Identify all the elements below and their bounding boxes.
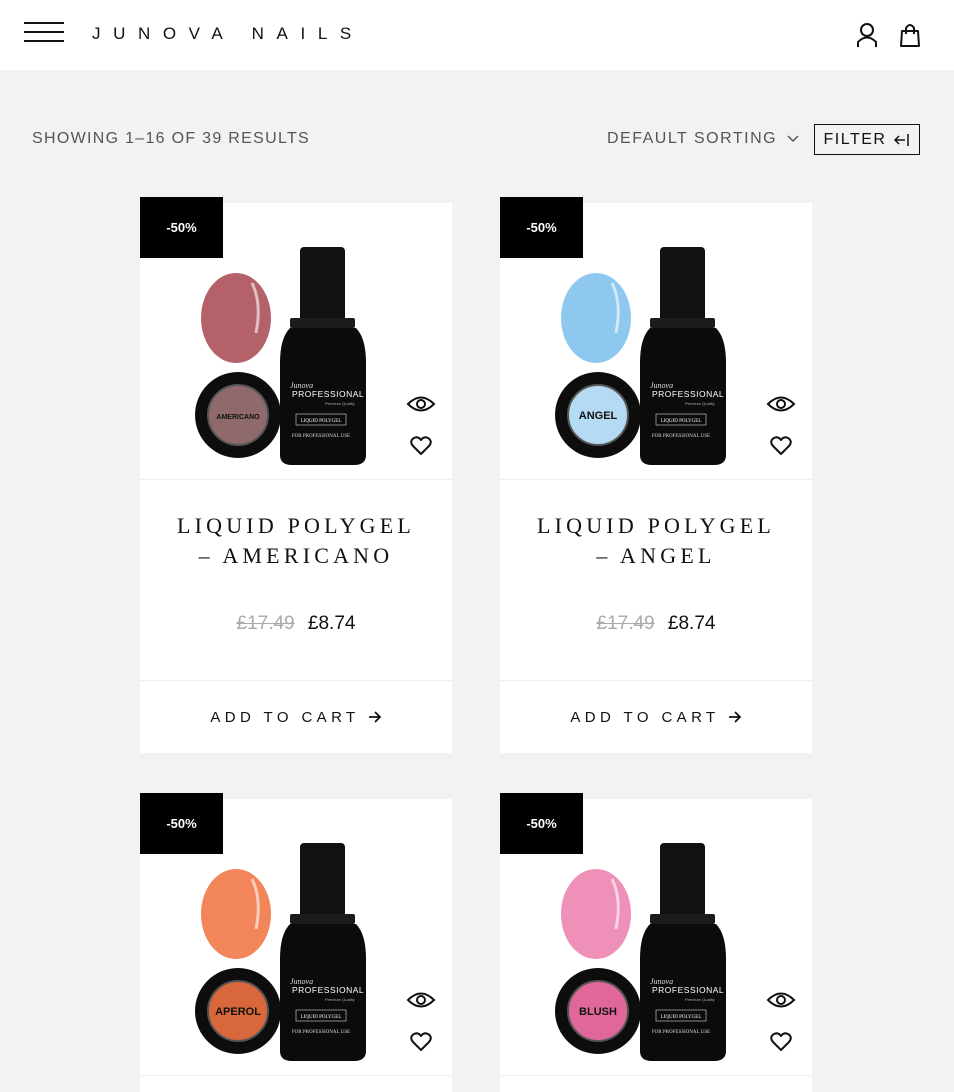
svg-text:PROFESSIONAL: PROFESSIONAL [292,389,364,399]
chevron-down-icon [787,135,799,142]
jar-label: BLUSH [579,1006,617,1018]
svg-text:PROFESSIONAL: PROFESSIONAL [652,985,724,995]
svg-text:LIQUID POLYGEL: LIQUID POLYGEL [661,419,702,424]
nail-tip-sample [201,273,271,363]
svg-text:Premium Quality: Premium Quality [325,401,355,406]
svg-text:LIQUID POLYGEL: LIQUID POLYGEL [301,1015,342,1020]
results-count: SHOWING 1–16 OF 39 RESULTS [32,130,311,147]
svg-text:Premium Quality: Premium Quality [685,997,715,1002]
discount-badge: -50% [140,793,223,854]
wishlist-heart-icon[interactable] [770,435,792,457]
quick-view-eye-icon[interactable] [766,393,796,415]
svg-text:PROFESSIONAL: PROFESSIONAL [652,389,724,399]
product-title-line: – ANGEL [596,543,716,568]
quick-view-eye-icon[interactable] [766,989,796,1011]
card-divider [500,1075,812,1076]
add-to-cart-button[interactable]: ADD TO CART [140,681,452,753]
nail-tip-sample [561,869,631,959]
polygel-bottle [660,247,705,323]
add-to-cart-button[interactable]: ADD TO CART [500,681,812,753]
add-to-cart-label: ADD TO CART [570,708,720,726]
discount-badge: -50% [500,793,583,854]
jar-label: ANGEL [579,410,618,422]
svg-text:Premium Quality: Premium Quality [325,997,355,1002]
card-divider [500,479,812,480]
svg-text:FOR PROFESSIONAL USE: FOR PROFESSIONAL USE [652,434,710,439]
wishlist-heart-icon[interactable] [410,1031,432,1053]
hamburger-menu-icon[interactable] [24,22,64,42]
account-icon[interactable] [856,22,878,48]
shopping-bag-icon[interactable] [899,22,921,48]
svg-text:FOR PROFESSIONAL USE: FOR PROFESSIONAL USE [652,1030,710,1035]
wishlist-heart-icon[interactable] [770,1031,792,1053]
discount-badge: -50% [140,197,223,258]
sorting-label: DEFAULT SORTING [607,130,778,147]
arrow-right-icon [368,711,381,723]
polygel-bottle [660,843,705,919]
jar-label: AMERICANO [216,414,260,421]
original-price: £17.49 [596,613,655,634]
svg-text:LIQUID POLYGEL: LIQUID POLYGEL [301,419,342,424]
filter-collapse-icon [894,133,910,146]
sorting-dropdown[interactable]: DEFAULT SORTING [607,130,799,148]
svg-text:LIQUID POLYGEL: LIQUID POLYGEL [661,1015,702,1020]
quick-view-eye-icon[interactable] [406,393,436,415]
filter-button[interactable]: FILTER [814,124,920,155]
card-divider [140,479,452,480]
svg-text:Premium Quality: Premium Quality [685,401,715,406]
product-title[interactable]: LIQUID POLYGEL – AMERICANO [140,511,452,571]
product-card: ANGEL Junova PROFESSIONAL Premium Qualit… [500,203,812,753]
polygel-bottle [300,247,345,323]
site-logo[interactable]: JUNOVA NAILS [92,24,364,44]
sale-price: £8.74 [307,613,356,634]
add-to-cart-label: ADD TO CART [210,708,360,726]
nail-tip-sample [201,869,271,959]
svg-text:FOR PROFESSIONAL USE: FOR PROFESSIONAL USE [292,1030,350,1035]
filter-label: FILTER [823,130,887,148]
svg-text:PROFESSIONAL: PROFESSIONAL [292,985,364,995]
polygel-bottle [300,843,345,919]
original-price: £17.49 [236,613,295,634]
product-title-line: LIQUID POLYGEL [536,513,776,538]
product-card: AMERICANO Junova PROFESSIONAL Premium Qu… [140,203,452,753]
product-price: £17.49 £8.74 [500,613,812,635]
product-title-line: LIQUID POLYGEL [176,513,416,538]
product-title[interactable]: LIQUID POLYGEL – ANGEL [500,511,812,571]
discount-badge: -50% [500,197,583,258]
product-price: £17.49 £8.74 [140,613,452,635]
site-header: JUNOVA NAILS [0,0,954,70]
jar-label: APEROL [215,1006,261,1018]
arrow-right-icon [728,711,741,723]
quick-view-eye-icon[interactable] [406,989,436,1011]
sale-price: £8.74 [667,613,716,634]
product-title-line: – AMERICANO [198,543,394,568]
nail-tip-sample [561,273,631,363]
card-divider [140,1075,452,1076]
wishlist-heart-icon[interactable] [410,435,432,457]
svg-text:FOR PROFESSIONAL USE: FOR PROFESSIONAL USE [292,434,350,439]
